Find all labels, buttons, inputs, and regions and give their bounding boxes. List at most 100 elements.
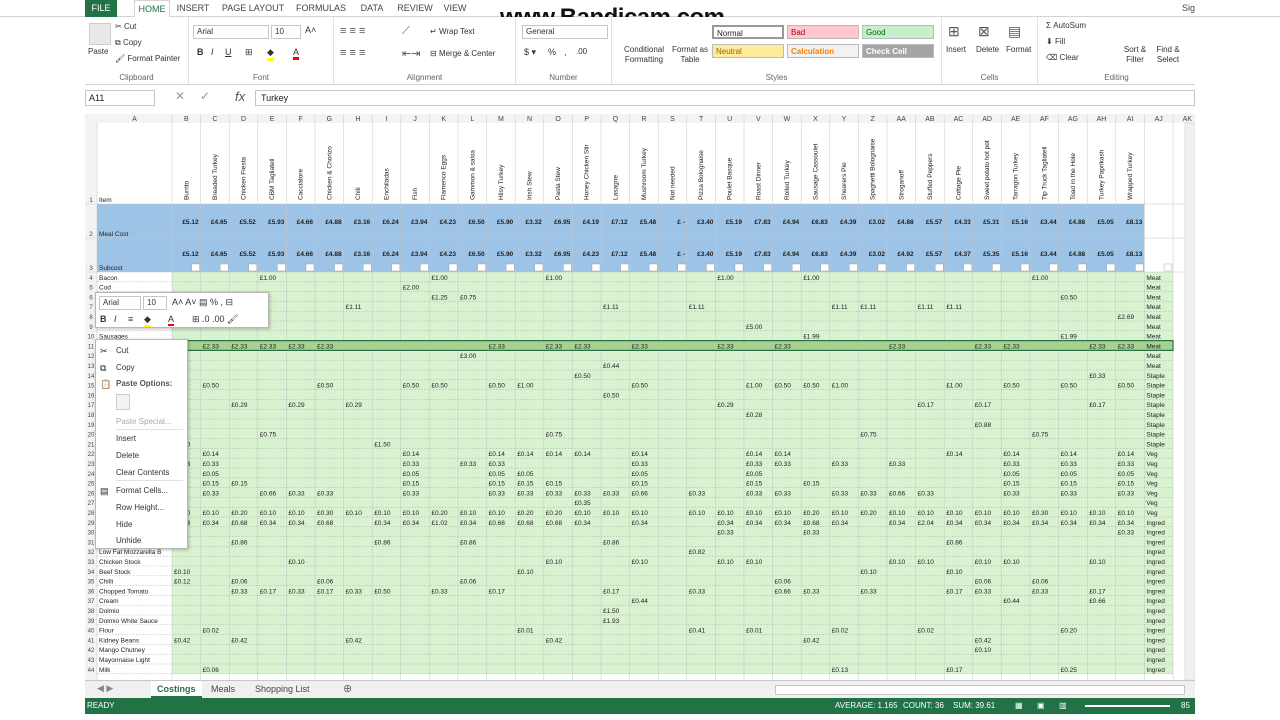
number-format-select[interactable]: General xyxy=(522,25,608,39)
percent-button[interactable]: % xyxy=(548,47,556,57)
indent-icon[interactable]: ⇤⇥ xyxy=(402,47,420,60)
filter-dropdown-icon[interactable] xyxy=(1106,263,1115,272)
row-header-29[interactable]: 29 xyxy=(88,521,95,527)
filter-dropdown-icon[interactable] xyxy=(734,263,744,272)
format-button[interactable]: Format xyxy=(1006,45,1031,54)
format-painter-button[interactable]: Format Painter xyxy=(127,54,180,63)
ctx-clear-contents[interactable]: Clear Contents xyxy=(116,468,169,477)
column-header-Z[interactable]: Z xyxy=(871,116,876,123)
user-name[interactable]: Sig xyxy=(1182,3,1195,13)
paste-option-icon[interactable] xyxy=(116,394,130,410)
column-header-A[interactable]: A xyxy=(132,116,137,123)
filter-dropdown-icon[interactable] xyxy=(477,263,486,272)
filter-dropdown-icon[interactable] xyxy=(1163,263,1173,272)
ctx-copy[interactable]: Copy xyxy=(116,363,135,372)
view-pagebreak-icon[interactable]: ▥ xyxy=(1059,698,1067,714)
insert-button[interactable]: Insert xyxy=(946,45,966,54)
orientation-icon[interactable]: ⟋ xyxy=(402,25,410,38)
row-header-40[interactable]: 40 xyxy=(88,629,95,635)
borders-button[interactable]: ⊞ xyxy=(245,47,253,58)
filter-dropdown-icon[interactable] xyxy=(363,263,372,272)
filter-dropdown-icon[interactable] xyxy=(820,263,829,272)
column-header-M[interactable]: M xyxy=(498,116,504,123)
filter-dropdown-icon[interactable] xyxy=(248,263,258,272)
column-header-I[interactable]: I xyxy=(386,116,388,123)
filter-dropdown-icon[interactable] xyxy=(677,263,686,272)
filter-dropdown-icon[interactable] xyxy=(1049,263,1058,272)
row-header-17[interactable]: 17 xyxy=(88,403,95,409)
row-header-31[interactable]: 31 xyxy=(88,540,95,546)
filter-dropdown-icon[interactable] xyxy=(935,263,944,272)
filter-dropdown-icon[interactable] xyxy=(649,263,658,272)
comma-button[interactable]: , xyxy=(564,47,567,57)
filter-dropdown-icon[interactable] xyxy=(391,263,400,272)
tab-shopping-list[interactable]: Shopping List xyxy=(249,681,316,698)
ctx-delete[interactable]: Delete xyxy=(116,451,139,460)
column-header-R[interactable]: R xyxy=(641,116,646,123)
font-name-select[interactable]: Arial xyxy=(193,25,269,39)
column-header-D[interactable]: D xyxy=(241,116,246,123)
align-left-icon[interactable]: ≡ ≡ ≡ xyxy=(340,47,365,59)
filter-dropdown-icon[interactable] xyxy=(1135,263,1144,272)
column-header-P[interactable]: P xyxy=(584,116,589,123)
style-good[interactable]: Good xyxy=(862,25,934,39)
column-header-AC[interactable]: AC xyxy=(954,116,964,123)
mini-grow-font-button[interactable]: A˄ A˅ ▤ % , ⊟ xyxy=(172,297,233,308)
filter-dropdown-icon[interactable] xyxy=(191,263,200,272)
column-header-AH[interactable]: AH xyxy=(1097,116,1107,123)
menu-tab-file[interactable]: FILE xyxy=(85,0,117,17)
column-header-AE[interactable]: AE xyxy=(1011,116,1021,123)
row-header-41[interactable]: 41 xyxy=(88,638,95,644)
mini-italic-button[interactable]: I xyxy=(114,314,117,324)
merge-center-button[interactable]: Merge & Center xyxy=(439,49,495,58)
paste-button[interactable]: Paste xyxy=(88,47,108,56)
tab-costings[interactable]: Costings xyxy=(151,681,202,698)
accounting-button[interactable]: $ ▾ xyxy=(524,47,536,58)
copy-button[interactable]: Copy xyxy=(123,38,142,47)
mini-size-select[interactable]: 10 xyxy=(143,296,167,310)
filter-dropdown-icon[interactable] xyxy=(763,263,772,272)
ctx-format-cells[interactable]: Format Cells... xyxy=(116,486,168,495)
row-header-35[interactable]: 35 xyxy=(88,580,95,586)
worksheet-grid[interactable]: A B C D E F G H I J K L M N O P Q R S T U V W X Y Z AA AB AC AD AE AF AG… xyxy=(85,114,1195,680)
filter-dropdown-icon[interactable] xyxy=(792,263,801,272)
horizontal-scrollbar[interactable] xyxy=(775,685,1185,695)
row-header-33[interactable]: 33 xyxy=(88,560,95,566)
row-header-2[interactable]: 2 xyxy=(89,231,93,238)
mini-font-select[interactable]: Arial xyxy=(99,296,141,310)
row-header-24[interactable]: 24 xyxy=(88,472,95,478)
row-header-18[interactable]: 18 xyxy=(88,413,95,419)
name-box[interactable]: A11 xyxy=(85,90,155,106)
wrap-text-button[interactable]: Wrap Text xyxy=(439,27,475,36)
column-header-E[interactable]: E xyxy=(270,116,275,123)
row-header-25[interactable]: 25 xyxy=(88,482,95,488)
style-normal[interactable]: Normal xyxy=(712,25,784,39)
italic-button[interactable]: I xyxy=(211,47,214,57)
mini-borders-button[interactable]: ⊞ .0 .00 🖌 xyxy=(192,314,239,325)
tab-meals[interactable]: Meals xyxy=(205,681,241,698)
filter-dropdown-icon[interactable] xyxy=(534,263,543,272)
row-header-36[interactable]: 36 xyxy=(88,589,95,595)
filter-dropdown-icon[interactable] xyxy=(591,263,601,272)
column-header-U[interactable]: U xyxy=(727,116,732,123)
tab-scroll-icon[interactable]: ◀ ▶ xyxy=(97,683,113,694)
filter-dropdown-icon[interactable] xyxy=(1078,263,1087,272)
filter-dropdown-icon[interactable] xyxy=(992,263,1001,272)
increase-decimal-button[interactable]: .00 xyxy=(576,47,587,56)
zoom-slider[interactable] xyxy=(1085,705,1170,707)
column-header-B[interactable]: B xyxy=(184,116,189,123)
ctx-hide[interactable]: Hide xyxy=(116,520,132,529)
row-header-43[interactable]: 43 xyxy=(88,658,95,664)
row-header-22[interactable]: 22 xyxy=(88,452,95,458)
filter-dropdown-icon[interactable] xyxy=(849,263,858,272)
column-header-L[interactable]: L xyxy=(470,116,474,123)
mini-fill-color-button[interactable]: ◆ xyxy=(144,314,151,327)
menu-tab-insert[interactable]: INSERT xyxy=(172,0,214,17)
menu-tab-formulas[interactable]: FORMULAS xyxy=(292,0,350,17)
menu-tab-data[interactable]: DATA xyxy=(354,0,390,17)
row-header-10[interactable]: 10 xyxy=(88,335,95,341)
filter-dropdown-icon[interactable] xyxy=(219,263,229,272)
row-header-16[interactable]: 16 xyxy=(88,393,95,399)
add-sheet-icon[interactable]: ⊕ xyxy=(343,682,352,695)
row-header-38[interactable]: 38 xyxy=(88,609,95,615)
